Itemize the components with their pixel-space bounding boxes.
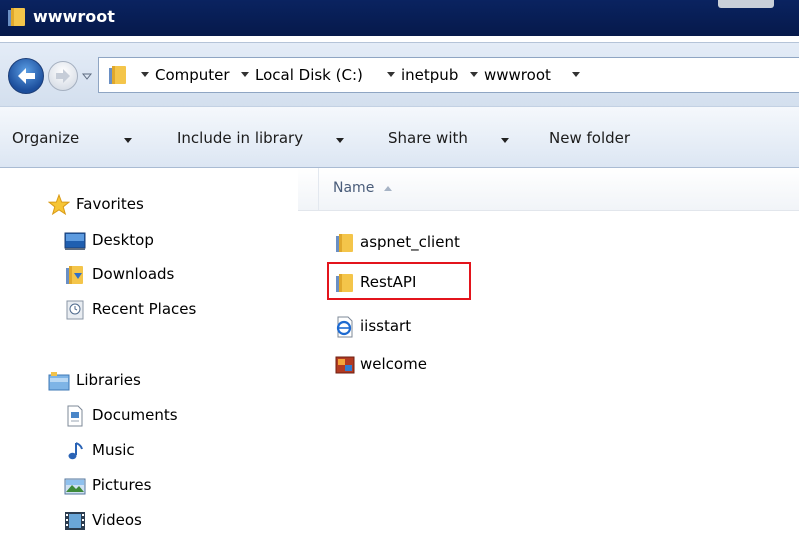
title-bar-control[interactable]	[718, 0, 774, 8]
share-with-button[interactable]: Share with	[388, 129, 468, 147]
column-name-header[interactable]: Name	[333, 180, 374, 196]
folder-icon	[109, 66, 126, 84]
navigation-pane: Favorites Desktop Downloads Recent Place…	[0, 168, 299, 554]
breadcrumb-inetpub[interactable]: inetpub	[401, 66, 458, 84]
command-bar: Organize Include in library Share with N…	[0, 106, 799, 168]
recent-places-icon	[66, 300, 84, 320]
nav-label: Downloads	[92, 265, 175, 283]
forward-arrow-icon	[56, 69, 70, 83]
nav-label: Recent Places	[92, 300, 197, 318]
file-name: iisstart	[360, 317, 412, 335]
libraries-icon	[48, 372, 70, 391]
file-list-pane: Name aspnet_client RestAPI iisstart welc…	[298, 168, 799, 554]
title-strip: wwwroot	[0, 0, 799, 36]
star-icon	[48, 194, 70, 216]
back-button[interactable]	[8, 58, 44, 94]
folder-icon	[336, 234, 353, 252]
address-bar[interactable]: Computer Local Disk (C:) inetpub wwwroot	[98, 57, 799, 93]
breadcrumb-arrow-icon[interactable]	[470, 72, 478, 77]
pictures-icon	[64, 478, 86, 495]
breadcrumb-local-disk[interactable]: Local Disk (C:)	[255, 66, 363, 84]
forward-button[interactable]	[48, 61, 78, 91]
chevron-down-icon	[336, 138, 344, 143]
music-icon	[68, 442, 83, 460]
nav-label: Libraries	[76, 371, 141, 389]
sort-ascending-icon	[384, 186, 392, 191]
breadcrumb-wwwroot[interactable]: wwwroot	[484, 66, 551, 84]
title-bar: wwwroot	[0, 0, 799, 42]
downloads-folder-icon	[66, 266, 83, 284]
desktop-icon	[64, 232, 86, 250]
highlight-box	[327, 262, 471, 300]
breadcrumb-computer[interactable]: Computer	[155, 66, 230, 84]
organize-button[interactable]: Organize	[12, 129, 79, 147]
recent-locations-dropdown[interactable]	[80, 63, 94, 89]
chevron-down-icon	[124, 138, 132, 143]
column-divider	[318, 168, 319, 210]
file-name: welcome	[360, 355, 427, 373]
nav-label: Music	[92, 441, 135, 459]
column-header: Name	[298, 168, 799, 211]
window-title: wwwroot	[33, 7, 115, 26]
breadcrumb-arrow-icon[interactable]	[387, 72, 395, 77]
nav-label: Videos	[92, 511, 142, 529]
nav-label: Desktop	[92, 231, 154, 249]
chevron-down-icon	[501, 138, 509, 143]
image-file-icon	[335, 356, 355, 374]
address-row: Computer Local Disk (C:) inetpub wwwroot	[0, 42, 799, 107]
nav-label: Documents	[92, 406, 178, 424]
breadcrumb-arrow-icon[interactable]	[572, 72, 580, 77]
new-folder-button[interactable]: New folder	[549, 129, 630, 147]
include-in-library-button[interactable]: Include in library	[177, 129, 303, 147]
file-name: aspnet_client	[360, 233, 460, 251]
html-file-icon	[336, 316, 353, 338]
videos-icon	[65, 512, 85, 530]
breadcrumb-arrow-icon[interactable]	[241, 72, 249, 77]
back-arrow-icon	[18, 68, 35, 84]
nav-label: Favorites	[76, 195, 144, 213]
breadcrumb-arrow-icon[interactable]	[141, 72, 149, 77]
folder-icon	[8, 8, 25, 26]
documents-icon	[67, 405, 83, 427]
nav-label: Pictures	[92, 476, 152, 494]
